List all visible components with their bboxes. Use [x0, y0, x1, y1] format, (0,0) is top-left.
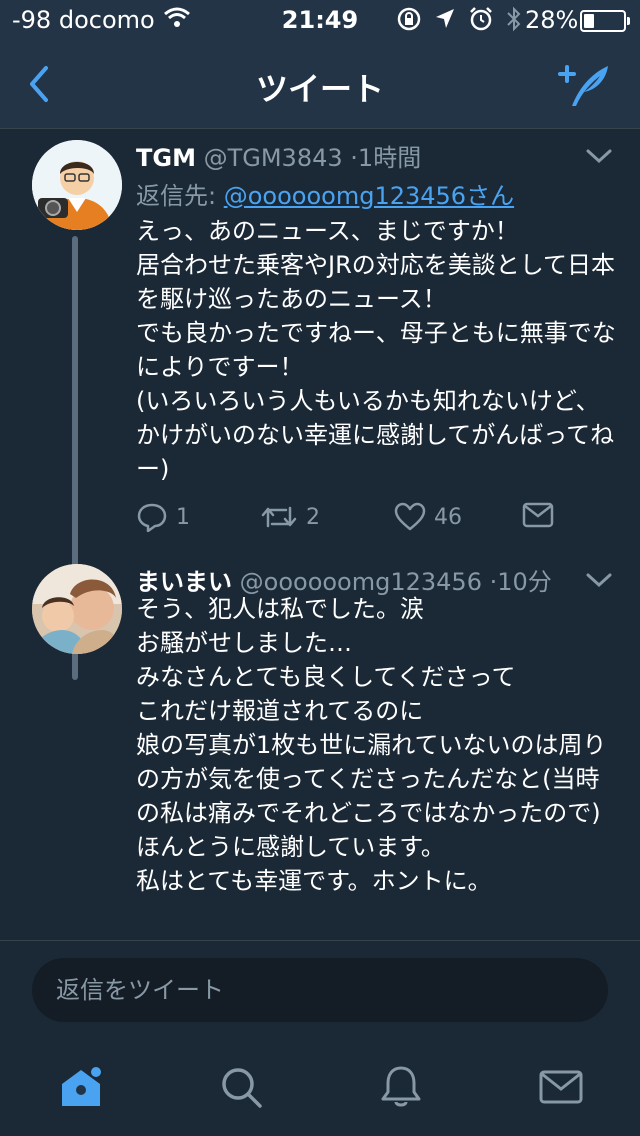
like-button[interactable]: 46	[394, 502, 462, 532]
retweet-icon	[261, 506, 297, 528]
reply-button[interactable]: 1	[136, 502, 190, 532]
tab-messages[interactable]	[538, 1064, 584, 1110]
reply-to-line: 返信先: @oooooomg123456さん	[136, 176, 514, 211]
page-title: ツイート	[255, 70, 384, 108]
tweet-maimai[interactable]: まいまい @oooooomg123456 ·10分 そう、犯人は私でした。涙 お…	[0, 552, 640, 940]
heart-icon	[394, 502, 426, 531]
battery-percent: 28%	[525, 6, 579, 34]
nav-bar: ツイート	[0, 40, 640, 128]
battery-icon	[580, 10, 630, 32]
tweet-header: TGM @TGM3843 ·1時間	[136, 138, 421, 173]
header: -98 docomo 21:49 28% ツイート	[0, 0, 640, 128]
mail-icon	[522, 502, 554, 528]
like-count: 46	[434, 504, 462, 530]
chevron-down-icon[interactable]	[586, 148, 612, 164]
rotation-lock-icon	[396, 6, 422, 38]
direct-message-button[interactable]	[522, 502, 554, 528]
tweet-text: そう、犯人は私でした。涙 お騒がせしました… みなさんとても良くしてくださって …	[136, 595, 607, 895]
display-name[interactable]: TGM	[136, 144, 196, 172]
retweet-count: 2	[306, 504, 320, 530]
tweet-actions: 1 2 46	[136, 502, 616, 542]
search-icon	[222, 1068, 262, 1108]
reply-count: 1	[176, 504, 190, 530]
avatar-illustration	[32, 140, 122, 230]
tweet-tgm[interactable]: TGM @TGM3843 ·1時間 返信先: @oooooomg123456さん…	[0, 128, 640, 680]
compose-tweet-button[interactable]	[556, 60, 612, 110]
reply-to-link[interactable]: @oooooomg123456さん	[224, 182, 514, 210]
status-bar: -98 docomo 21:49 28%	[0, 0, 640, 40]
avatar[interactable]	[32, 564, 122, 654]
avatar[interactable]	[32, 140, 122, 230]
retweet-button[interactable]: 2	[260, 502, 320, 532]
messages-icon	[539, 1070, 583, 1104]
tweet-time: 1時間	[357, 144, 422, 172]
alarm-icon	[468, 6, 494, 38]
avatar-photo	[32, 564, 122, 654]
tab-search[interactable]	[218, 1064, 264, 1110]
notifications-icon	[381, 1066, 421, 1107]
reply-icon	[137, 503, 167, 532]
chevron-down-icon[interactable]	[586, 572, 612, 588]
status-icons	[396, 6, 524, 38]
tab-notifications[interactable]	[378, 1064, 424, 1110]
reply-input[interactable]: 返信をツイート	[32, 958, 608, 1022]
tab-bar	[0, 1044, 640, 1136]
user-handle[interactable]: @TGM3843	[204, 144, 343, 172]
content-divider	[0, 940, 640, 941]
compose-quill-icon	[558, 65, 608, 106]
home-icon	[62, 1065, 103, 1106]
separator-dot: ·	[350, 144, 358, 172]
location-icon	[432, 6, 458, 38]
bluetooth-icon	[504, 6, 524, 38]
reply-to-label: 返信先:	[136, 182, 217, 210]
tab-home[interactable]	[58, 1064, 104, 1110]
tweet-text: えっ、あのニュース、まじですか！ 居合わせた乗客やJRの対応を美談として日本を駆…	[136, 217, 616, 483]
